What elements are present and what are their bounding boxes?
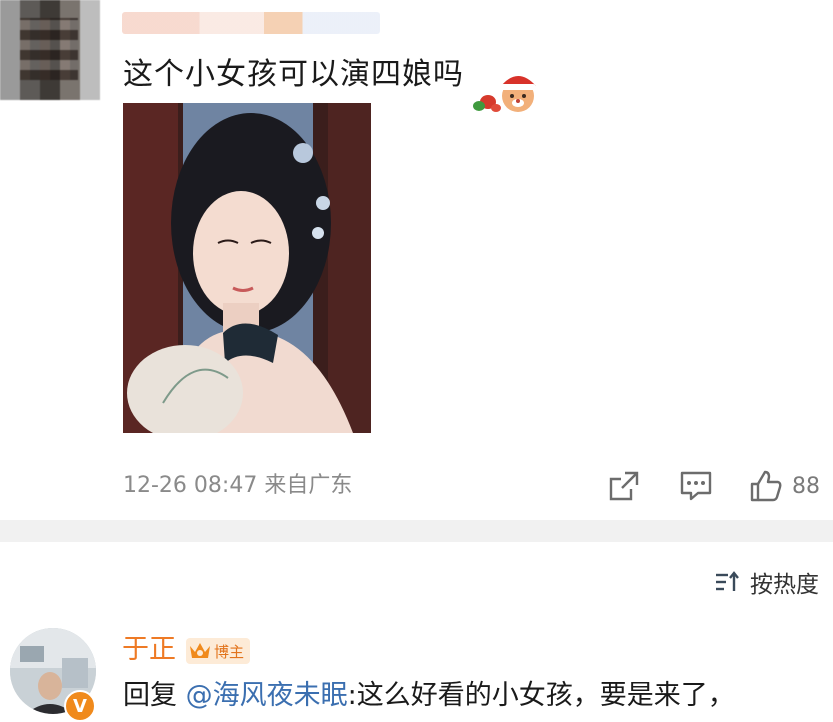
verified-badge: V [64, 690, 96, 722]
share-icon [609, 471, 639, 501]
share-button[interactable] [607, 466, 641, 506]
reply-text-line: 回复 @海风夜未眠:这么好看的小女孩，要是来了， [123, 676, 735, 716]
like-count: 88 [792, 473, 820, 499]
comment-location: 来自广东 [264, 473, 353, 498]
blogger-name[interactable]: 于正 [122, 632, 176, 668]
sort-icon [716, 571, 739, 591]
section-divider [0, 520, 833, 542]
comment-text: 这个小女孩可以演四娘吗 [123, 57, 464, 92]
reply-button[interactable] [678, 466, 714, 506]
like-button[interactable]: 88 [748, 466, 820, 506]
portrait-image [123, 103, 371, 433]
commenter-avatar[interactable] [0, 0, 100, 100]
sort-by-heat-button[interactable]: 按热度 [714, 565, 819, 599]
santa-bear-sticker-icon [473, 71, 541, 112]
blogger-tag-label: 博主 [214, 642, 245, 661]
blogger-tag: 博主 [186, 638, 251, 664]
reply-body: :这么好看的小女孩，要是来了， [347, 680, 735, 711]
comment-timestamp: 12-26 08:47 [123, 473, 258, 498]
reply-prefix: 回复 [123, 680, 177, 711]
comment-icon [680, 471, 712, 501]
comment-meta: 12-26 08:47 来自广东 [123, 472, 352, 500]
comment-photo[interactable] [123, 103, 371, 433]
commenter-name-redacted[interactable] [122, 12, 380, 34]
crown-icon [190, 643, 210, 658]
thumbs-up-icon [750, 470, 782, 502]
sort-label: 按热度 [750, 572, 819, 598]
reply-mention-link[interactable]: @海风夜未眠 [186, 680, 348, 711]
